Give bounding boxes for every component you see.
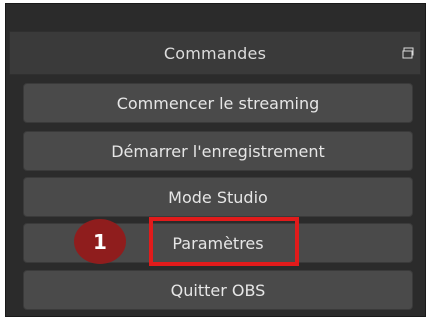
quit-obs-label: Quitter OBS <box>170 280 266 300</box>
studio-mode-button[interactable]: Mode Studio <box>23 177 413 217</box>
step-number-badge: 1 <box>74 219 126 264</box>
float-undock-icon[interactable] <box>402 47 414 59</box>
settings-label: Paramètres <box>172 233 264 253</box>
dock-title: Commandes <box>163 43 267 63</box>
studio-mode-label: Mode Studio <box>168 187 268 207</box>
step-number-text: 1 <box>93 229 107 254</box>
start-recording-button[interactable]: Démarrer l'enregistrement <box>23 131 413 171</box>
dock-title-bar: Commandes <box>9 31 421 75</box>
start-streaming-label: Commencer le streaming <box>116 93 320 113</box>
start-recording-label: Démarrer l'enregistrement <box>111 141 325 161</box>
screenshot-frame: Commandes Commencer le streaming Démarre… <box>0 0 431 324</box>
start-streaming-button[interactable]: Commencer le streaming <box>23 83 413 123</box>
quit-obs-button[interactable]: Quitter OBS <box>23 270 413 310</box>
